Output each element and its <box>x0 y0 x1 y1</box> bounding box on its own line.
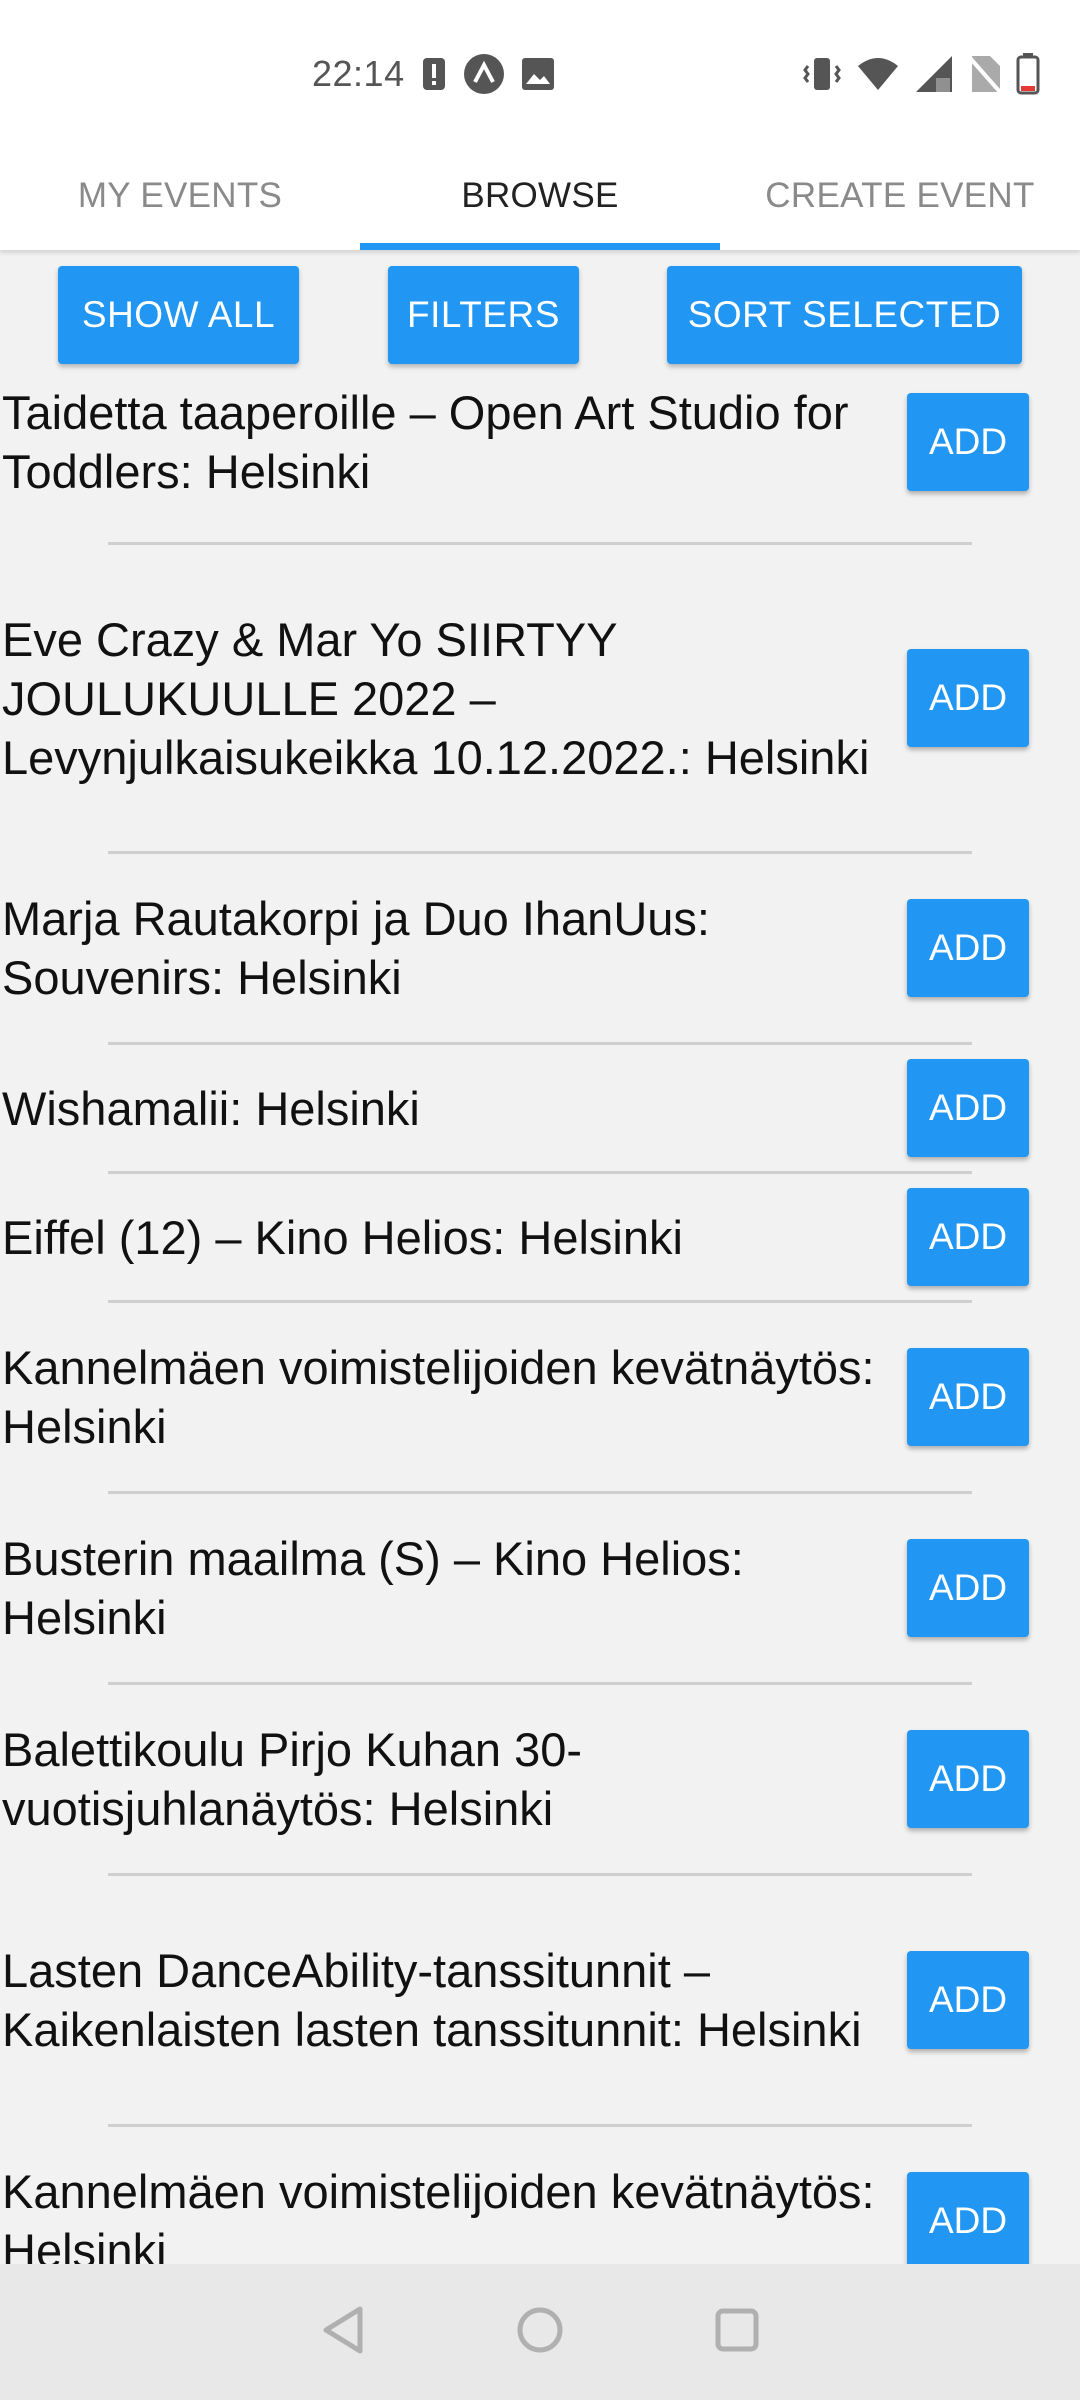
add-button[interactable]: ADD <box>907 899 1029 997</box>
list-item: Eiffel (12) – Kino Helios: Helsinki ADD <box>0 1184 1080 1290</box>
add-button[interactable]: ADD <box>907 2172 1029 2270</box>
add-button[interactable]: ADD <box>907 393 1029 491</box>
wifi-icon <box>856 56 900 92</box>
signal-icon <box>914 54 954 94</box>
show-all-button[interactable]: SHOW ALL <box>58 266 299 364</box>
event-title: Kannelmäen voimistelijoiden kevätnäytös:… <box>2 1341 875 1453</box>
tab-browse[interactable]: BROWSE <box>360 142 720 250</box>
event-title: Busterin maailma (S) – Kino Helios: Hels… <box>2 1532 744 1644</box>
alert-icon <box>421 56 447 92</box>
add-button[interactable]: ADD <box>907 1348 1029 1446</box>
list-item: Wishamalii: Helsinki ADD <box>0 1055 1080 1161</box>
list-item: Marja Rautakorpi ja Duo IhanUus: Souveni… <box>0 890 1080 1006</box>
clock: 22:14 <box>312 53 405 94</box>
list-item: Kannelmäen voimistelijoiden kevätnäytös:… <box>0 1339 1080 1455</box>
event-title: Wishamalii: Helsinki <box>2 1081 420 1135</box>
event-title: Eiffel (12) – Kino Helios: Helsinki <box>2 1210 683 1264</box>
add-button[interactable]: ADD <box>907 1059 1029 1157</box>
back-icon[interactable] <box>320 2305 366 2360</box>
list-item: Eve Crazy & Mar Yo SIIRTYY JOULUKUULLE 2… <box>0 581 1080 815</box>
event-title: Kannelmäen voimistelijoiden kevätnäytös:… <box>2 2165 875 2277</box>
system-nav-bar <box>0 2264 1080 2400</box>
list-item: Taidetta taaperoille – Open Art Studio f… <box>0 380 1080 504</box>
add-button[interactable]: ADD <box>907 1730 1029 1828</box>
add-button[interactable]: ADD <box>907 1951 1029 2049</box>
action-bar: SHOW ALL FILTERS SORT SELECTED <box>0 266 1080 364</box>
vibrate-icon <box>802 54 842 94</box>
recents-icon[interactable] <box>714 2307 760 2358</box>
event-title: Lasten DanceAbility-tanssitunnit – Kaike… <box>2 1944 862 2056</box>
sort-selected-button[interactable]: SORT SELECTED <box>667 266 1022 364</box>
tab-my-events[interactable]: MY EVENTS <box>0 142 360 250</box>
add-button[interactable]: ADD <box>907 649 1029 747</box>
home-icon[interactable] <box>516 2306 564 2359</box>
list-item: Lasten DanceAbility-tanssitunnit – Kaike… <box>0 1912 1080 2088</box>
app-icon <box>463 53 505 95</box>
event-title: Balettikoulu Pirjo Kuhan 30-vuotisjuhlan… <box>2 1723 583 1835</box>
list-item: Balettikoulu Pirjo Kuhan 30-vuotisjuhlan… <box>0 1721 1080 1837</box>
tab-create-event[interactable]: CREATE EVENT <box>720 142 1080 250</box>
filters-button[interactable]: FILTERS <box>388 266 579 364</box>
event-title: Eve Crazy & Mar Yo SIIRTYY JOULUKUULLE 2… <box>2 612 870 784</box>
image-icon <box>521 57 555 91</box>
list-item: Busterin maailma (S) – Kino Helios: Hels… <box>0 1530 1080 1646</box>
status-bar: 22:14 <box>0 0 1080 142</box>
event-title: Taidetta taaperoille – Open Art Studio f… <box>2 386 849 498</box>
tab-bar: MY EVENTS BROWSE CREATE EVENT <box>0 142 1080 250</box>
list-item: Kannelmäen voimistelijoiden kevätnäytös:… <box>0 2163 1080 2279</box>
add-button[interactable]: ADD <box>907 1188 1029 1286</box>
battery-icon <box>1016 53 1040 95</box>
event-title: Marja Rautakorpi ja Duo IhanUus: Souveni… <box>2 892 710 1004</box>
event-list: Taidetta taaperoille – Open Art Studio f… <box>0 380 1080 2279</box>
add-button[interactable]: ADD <box>907 1539 1029 1637</box>
no-sim-icon <box>968 54 1002 94</box>
